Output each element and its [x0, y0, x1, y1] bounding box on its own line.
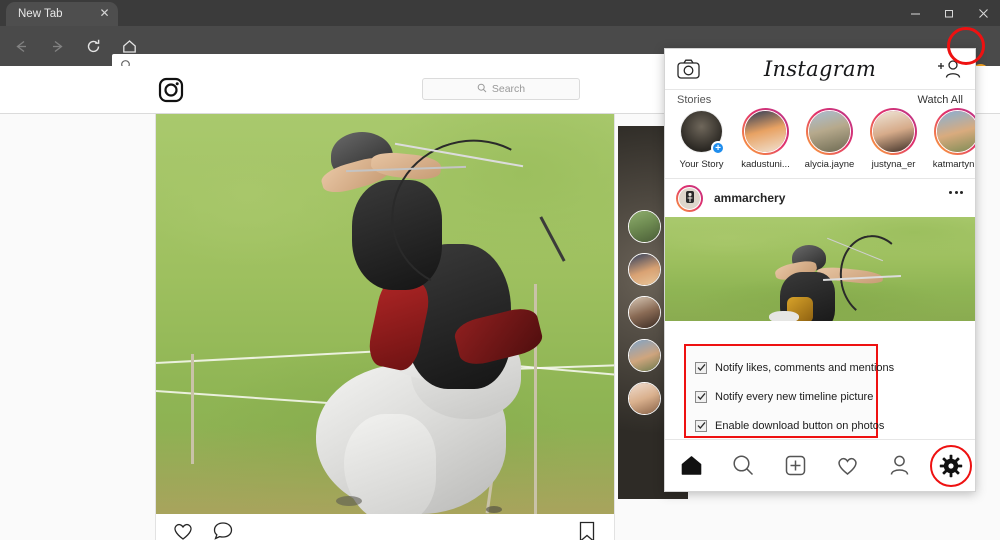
search-icon [477, 80, 487, 98]
avatar[interactable] [676, 184, 703, 212]
story-item[interactable]: katmartyn... [929, 108, 975, 170]
close-window-icon[interactable] [966, 0, 1000, 26]
instagram-logo-icon[interactable] [158, 77, 184, 108]
setting-label: Notify every new timeline picture [715, 390, 874, 403]
setting-label: Enable download button on photos [715, 419, 885, 432]
story-name: kadustuni... [741, 159, 790, 170]
page-search-label: Search [491, 83, 526, 95]
page-search-input[interactable]: Search [422, 78, 580, 100]
story-item[interactable]: + Your Story [673, 108, 730, 170]
story-name: justyna_er [871, 159, 916, 170]
setting-row[interactable]: Notify likes, comments and mentions [695, 355, 894, 380]
checkbox-checked-icon[interactable] [695, 419, 707, 432]
checkbox-checked-icon[interactable] [695, 390, 707, 403]
stories-label: Stories [677, 94, 712, 106]
story-name: Your Story [679, 159, 724, 170]
popup-title: Instagram [763, 57, 877, 81]
bookmark-icon[interactable] [576, 520, 598, 540]
sidebar-story-avatar[interactable] [626, 294, 663, 331]
instagram-extension-popup: Instagram Stories Watch All + Your Story… [664, 48, 976, 492]
screenshot-root: New Tab ✕ Search Instagram Stories Watch… [0, 0, 1000, 540]
story-avatar[interactable] [934, 108, 975, 155]
close-icon[interactable]: ✕ [98, 7, 111, 20]
more-options-icon[interactable] [949, 191, 963, 194]
popup-stories-bar: Stories Watch All + Your Story kadustuni… [665, 90, 975, 178]
story-avatar[interactable] [742, 108, 789, 155]
story-item[interactable]: justyna_er [865, 108, 922, 170]
sidebar-story-avatar[interactable] [626, 380, 663, 417]
add-post-icon[interactable] [775, 446, 815, 486]
settings-panel: Notify likes, comments and mentions Noti… [684, 344, 894, 438]
heart-icon[interactable] [827, 446, 867, 486]
setting-row[interactable]: Notify every new timeline picture [695, 384, 876, 409]
home-icon[interactable] [671, 446, 711, 486]
story-avatar[interactable] [870, 108, 917, 155]
sidebar-story-avatar[interactable] [626, 337, 663, 374]
watch-all-link[interactable]: Watch All [918, 94, 963, 106]
setting-row[interactable]: Enable download button on photos [695, 413, 884, 438]
story-avatar[interactable]: + [678, 108, 725, 155]
post-actions [156, 514, 614, 540]
reload-icon[interactable] [78, 31, 108, 61]
popup-post-photo [665, 217, 975, 321]
story-avatar[interactable] [806, 108, 853, 155]
sidebar-story-avatar[interactable] [626, 208, 663, 245]
sidebar-story-avatar[interactable] [626, 251, 663, 288]
story-item[interactable]: kadustuni... [737, 108, 794, 170]
window-controls [898, 0, 1000, 26]
story-name: katmartyn... [932, 159, 975, 170]
post-username[interactable]: ammarchery [714, 191, 785, 205]
popup-header: Instagram [665, 49, 975, 90]
tab-title: New Tab [18, 8, 63, 20]
forward-arrow-icon[interactable] [42, 31, 72, 61]
feed-post [155, 114, 615, 540]
story-item[interactable]: alycia.jayne [801, 108, 858, 170]
add-person-icon[interactable] [937, 59, 963, 84]
post-photo [156, 114, 614, 514]
browser-tab[interactable]: New Tab ✕ [6, 2, 118, 26]
search-icon[interactable] [723, 446, 763, 486]
comment-icon[interactable] [212, 520, 234, 540]
gear-highlight-circle [930, 444, 972, 487]
back-arrow-icon[interactable] [6, 31, 36, 61]
add-story-icon[interactable]: + [711, 141, 725, 155]
minimize-icon[interactable] [898, 0, 932, 26]
browser-titlebar: New Tab ✕ [0, 0, 1000, 26]
stories-row: + Your Story kadustuni... alycia.jayne j… [673, 108, 975, 170]
gear-icon[interactable] [930, 444, 972, 487]
popup-post-header: ammarchery [665, 179, 975, 217]
profile-icon[interactable] [879, 446, 919, 486]
checkbox-checked-icon[interactable] [695, 361, 707, 374]
story-name: alycia.jayne [804, 159, 855, 170]
restore-icon[interactable] [932, 0, 966, 26]
setting-label: Notify likes, comments and mentions [715, 361, 895, 374]
popup-bottom-nav [665, 439, 975, 491]
heart-icon[interactable] [172, 520, 194, 540]
